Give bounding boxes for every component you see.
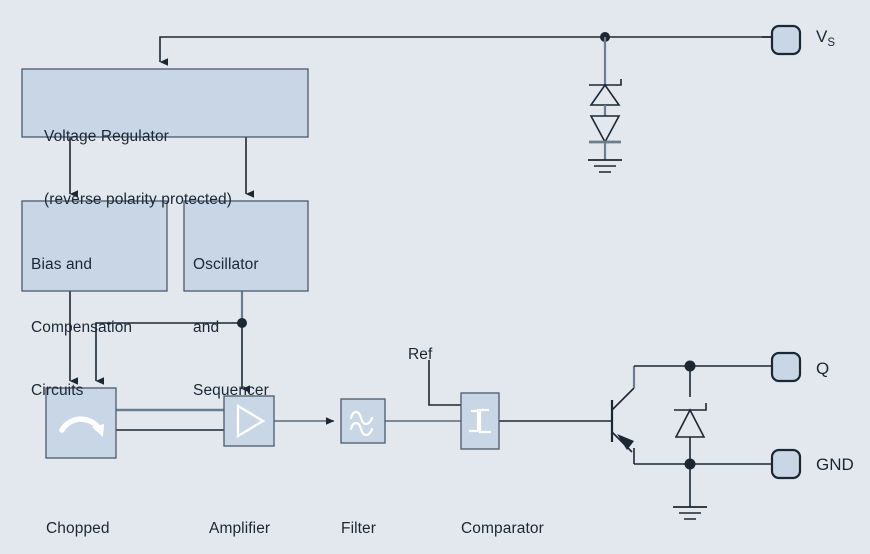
- supply-rail-wire: [159, 36, 783, 66]
- annotation-ref: Ref: [408, 346, 433, 363]
- ground-output-icon: [673, 464, 707, 520]
- pad-vs[interactable]: [770, 24, 802, 56]
- zener-output-protection: [674, 366, 707, 464]
- caption-chopped-hall-probe: Chopped Hall Probe: [46, 520, 110, 537]
- pad-label-q: Q: [816, 359, 830, 378]
- pad-label-vs-subscript: S: [827, 37, 836, 49]
- pad-label-gnd: GND: [816, 455, 854, 474]
- ground-supply-icon: [588, 159, 622, 173]
- block-diagram-canvas: Voltage Regulator (reverse polarity prot…: [0, 0, 870, 554]
- block-filter[interactable]: [340, 398, 386, 444]
- caption-filter: Filter: [341, 520, 377, 537]
- pad-q[interactable]: [770, 351, 802, 383]
- npn-transistor-output: [610, 365, 690, 465]
- pad-gnd[interactable]: [770, 448, 802, 480]
- caption-amplifier: Amplifier: [209, 520, 271, 537]
- block-label-bias-compensation: Bias and Compensation Circuits: [31, 256, 133, 399]
- block-comparator-hysteresis[interactable]: [460, 392, 500, 450]
- zener-pair-supply: [589, 37, 622, 160]
- pad-label-vs: VS: [816, 27, 835, 49]
- pad-label-vs-base: V: [816, 27, 828, 46]
- ref-wire: [428, 360, 461, 406]
- block-label-oscillator-sequencer: Oscillator and Sequencer: [193, 256, 269, 399]
- caption-comparator-hysteresis: Comparator with Hysteresis: [461, 520, 544, 537]
